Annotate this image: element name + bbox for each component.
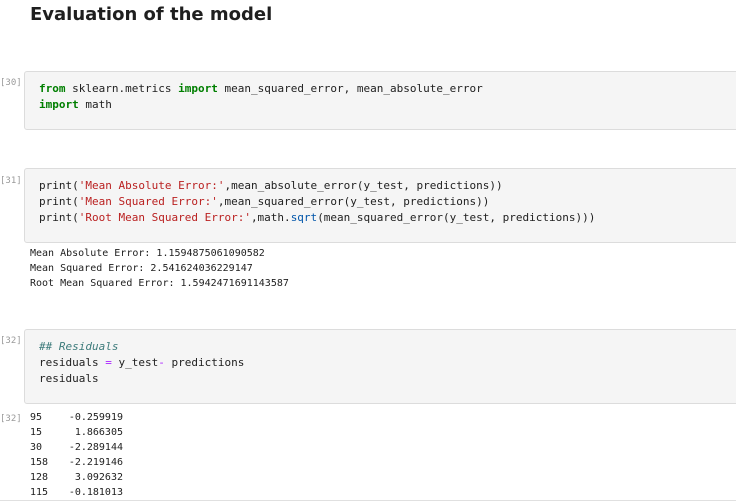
cell-prompt-31: [31]: bbox=[0, 176, 20, 186]
code-token: sklearn.metrics bbox=[65, 82, 179, 95]
output-prompt-32: [32]: bbox=[0, 414, 20, 424]
code-token: math bbox=[78, 98, 112, 111]
code-cell-residuals[interactable]: ## Residuals residuals = y_test- predict… bbox=[24, 329, 736, 404]
code-token: import bbox=[178, 82, 218, 95]
series-value: -0.259919 bbox=[68, 412, 123, 423]
code-token: - bbox=[158, 356, 165, 369]
cell-prompt-32: [32]: bbox=[0, 336, 20, 346]
code-token: predictions bbox=[164, 356, 245, 369]
series-value: -0.181013 bbox=[68, 487, 123, 498]
section-heading: Evaluation of the model bbox=[30, 4, 273, 25]
code-token: import bbox=[39, 98, 79, 111]
code-token: sqrt bbox=[290, 211, 318, 224]
code-token: print( bbox=[39, 179, 79, 192]
code-editor-metrics[interactable]: print('Mean Absolute Error:',mean_absolu… bbox=[39, 178, 595, 226]
output-mse: Mean Squared Error: 2.541624036229147 bbox=[30, 263, 253, 274]
code-token: residuals bbox=[39, 356, 106, 369]
series-value: -2.219146 bbox=[68, 457, 123, 468]
divider bbox=[0, 500, 736, 501]
code-token: mean_squared_error, mean_absolute_error bbox=[217, 82, 483, 95]
cell-prompt-30: [30]: bbox=[0, 78, 20, 88]
series-value: 1.866305 bbox=[74, 427, 123, 438]
code-token: 'Mean Squared Error:' bbox=[78, 195, 218, 208]
code-cell-metrics[interactable]: print('Mean Absolute Error:',mean_absolu… bbox=[24, 168, 736, 243]
code-token: 'Mean Absolute Error:' bbox=[78, 179, 225, 192]
series-value: -2.289144 bbox=[68, 442, 123, 453]
code-token: ,mean_squared_error(y_test, predictions)… bbox=[217, 195, 490, 208]
code-token: ## Residuals bbox=[39, 340, 119, 353]
code-token: residuals bbox=[39, 372, 99, 385]
code-token: 'Root Mean Squared Error:' bbox=[78, 211, 251, 224]
code-token: (mean_squared_error(y_test, predictions)… bbox=[317, 211, 596, 224]
code-token: ,math. bbox=[250, 211, 291, 224]
code-editor-imports[interactable]: from sklearn.metrics import mean_squared… bbox=[39, 81, 483, 113]
code-editor-residuals[interactable]: ## Residuals residuals = y_test- predict… bbox=[39, 339, 244, 387]
series-value: 3.092632 bbox=[74, 472, 123, 483]
code-token: from bbox=[39, 82, 66, 95]
code-token: y_test bbox=[111, 356, 159, 369]
code-token: print( bbox=[39, 211, 79, 224]
metrics-output: Mean Absolute Error: 1.1594875061090582 … bbox=[30, 246, 289, 291]
output-rmse: Root Mean Squared Error: 1.5942471691143… bbox=[30, 278, 289, 289]
code-token: = bbox=[105, 356, 112, 369]
code-cell-imports[interactable]: from sklearn.metrics import mean_squared… bbox=[24, 71, 736, 130]
output-mae: Mean Absolute Error: 1.1594875061090582 bbox=[30, 248, 265, 259]
code-token: ,mean_absolute_error(y_test, predictions… bbox=[224, 179, 503, 192]
code-token: print( bbox=[39, 195, 79, 208]
